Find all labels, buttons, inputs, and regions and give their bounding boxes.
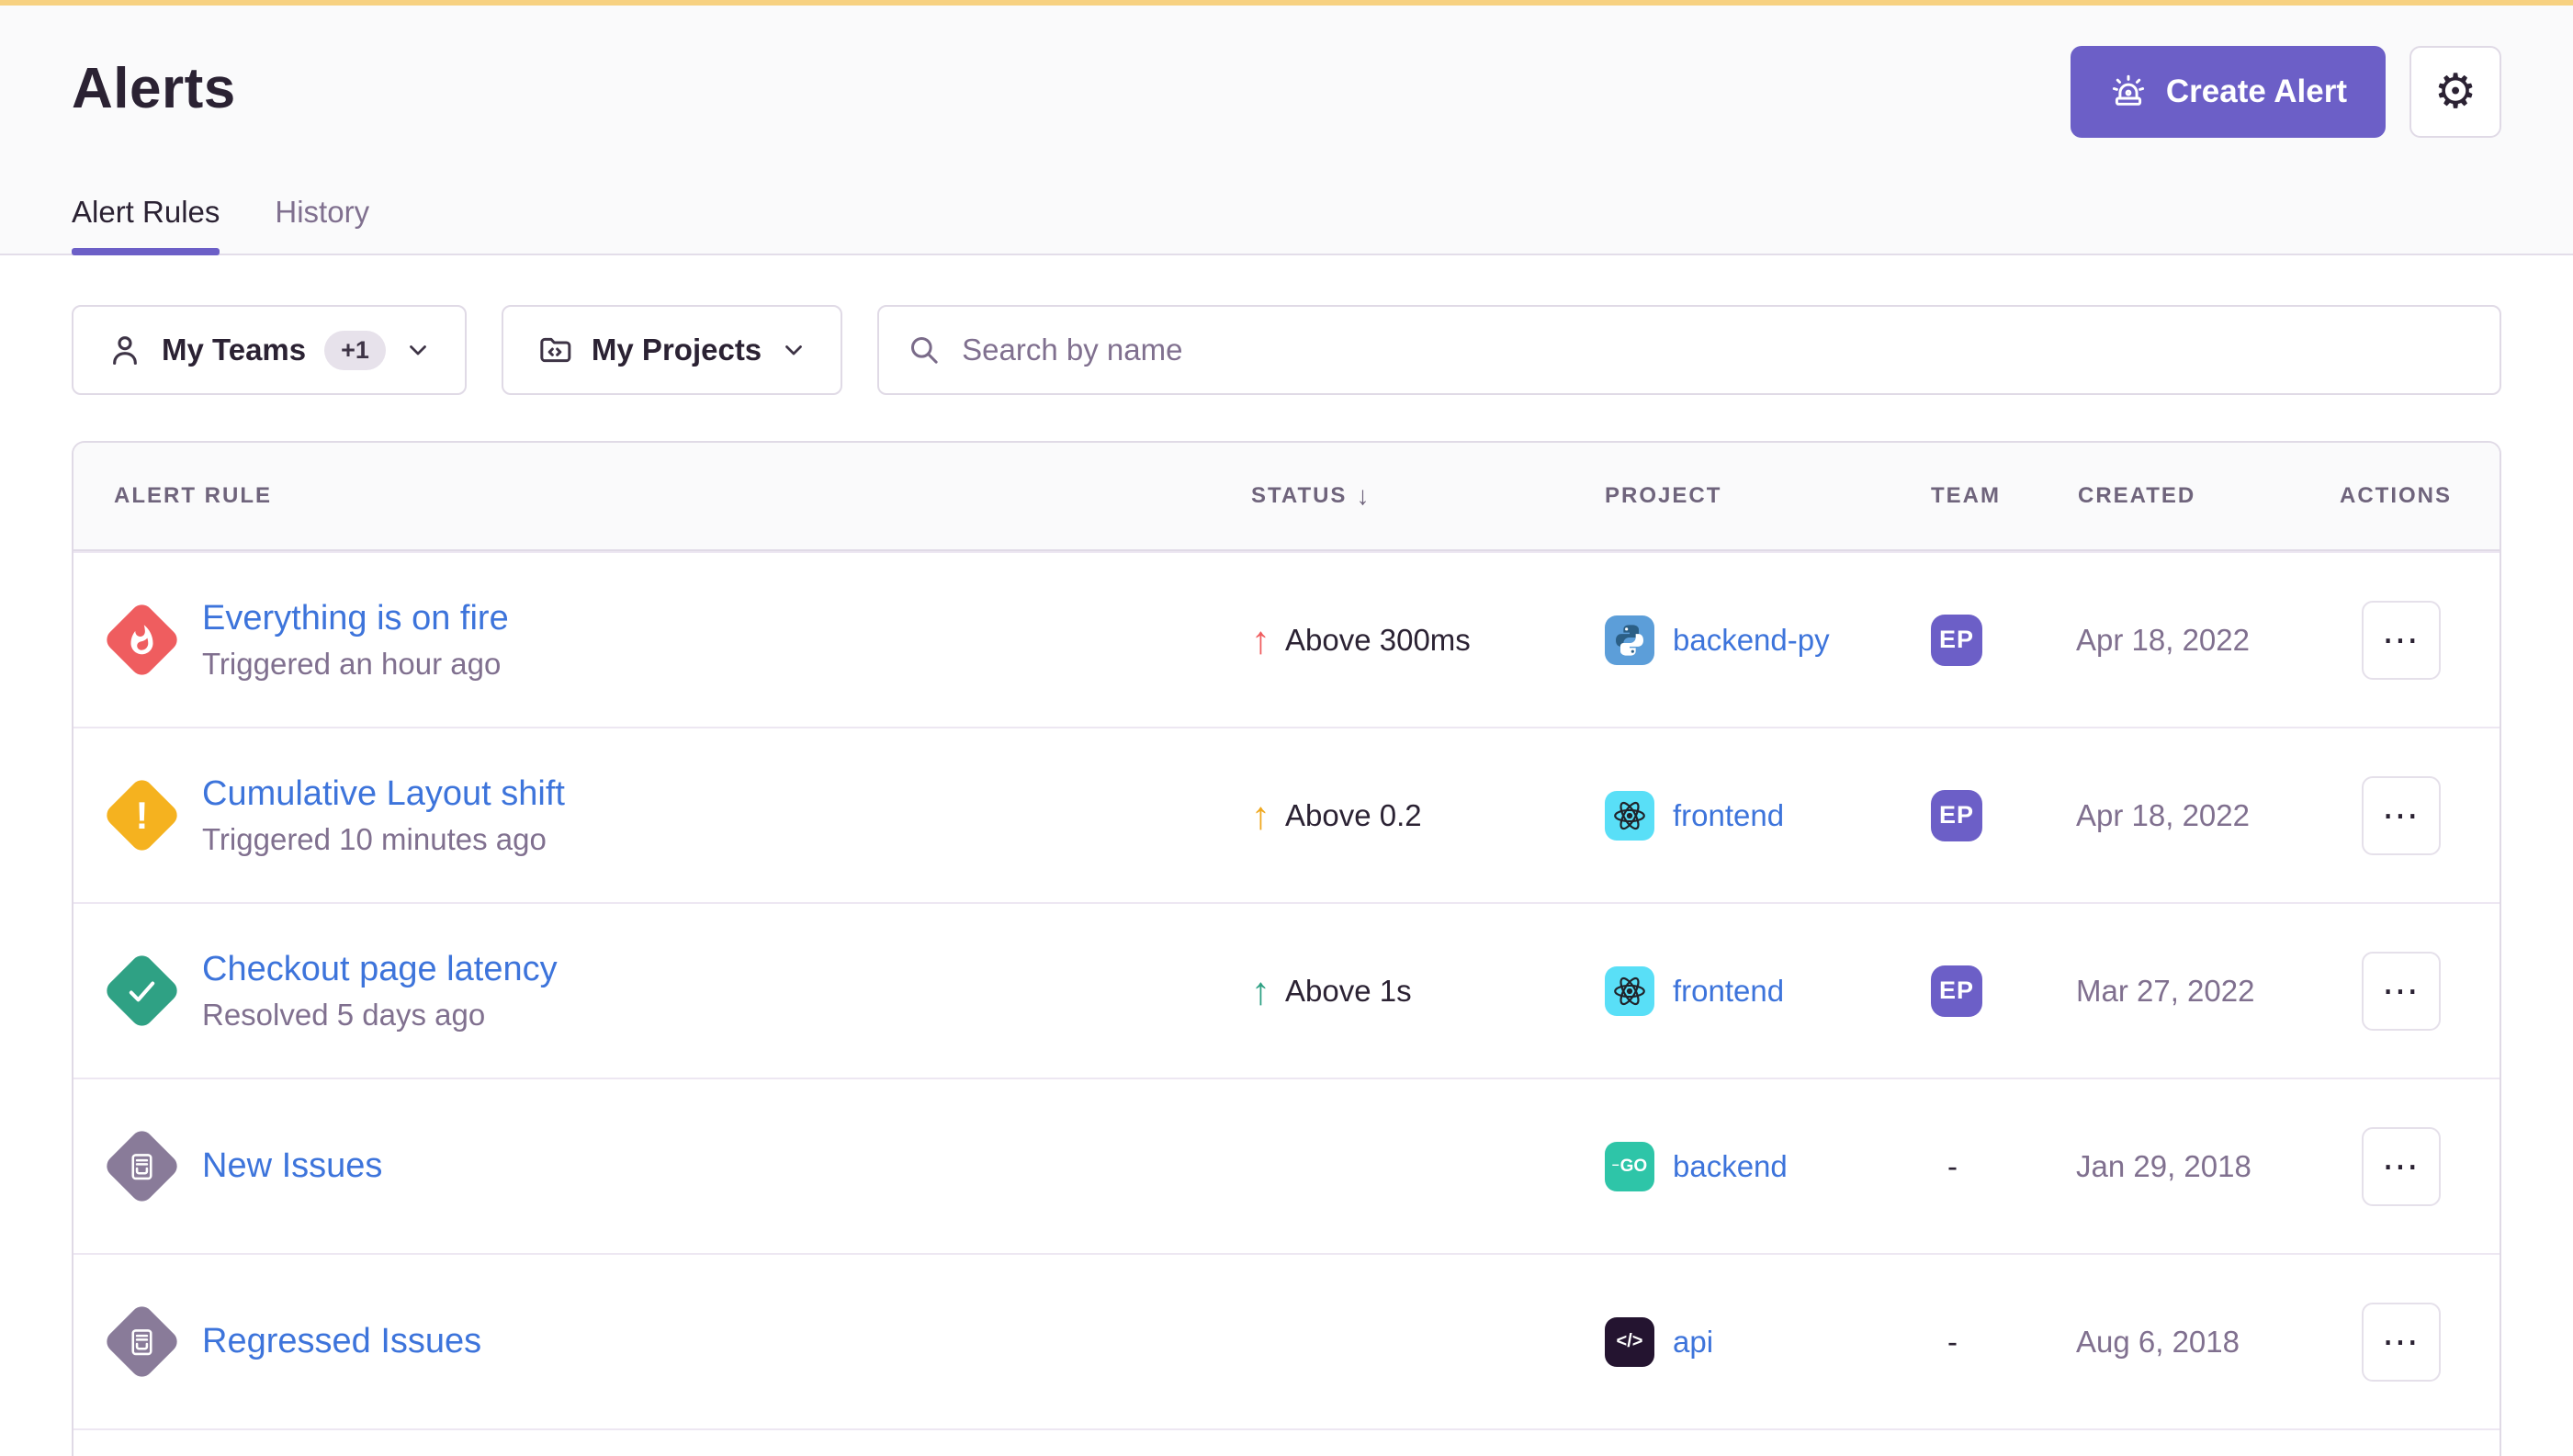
fire-icon bbox=[125, 624, 158, 657]
created-date: Apr 18, 2022 bbox=[2060, 798, 2321, 833]
folder-code-icon bbox=[536, 332, 573, 368]
status-threshold: Above 0.2 bbox=[1285, 798, 1422, 833]
project-link[interactable]: frontend bbox=[1673, 974, 1784, 1009]
alert-rule-subtitle: Triggered 10 minutes ago bbox=[202, 822, 565, 857]
table-header-row: Alert Rule Status ↓ Project Team Created… bbox=[73, 443, 2500, 551]
page-header: Alerts Create Alert ⚙ Alert Rules Histor bbox=[0, 6, 2573, 255]
ellipsis-icon: ⋯ bbox=[2382, 1321, 2421, 1363]
row-actions-button[interactable]: ⋯ bbox=[2362, 952, 2441, 1031]
table-row: ! Cumulative Layout shift Triggered 10 m… bbox=[73, 727, 2500, 902]
siren-icon bbox=[2109, 73, 2148, 111]
status-threshold: Above 300ms bbox=[1285, 623, 1471, 658]
column-header-project: Project bbox=[1586, 483, 1913, 509]
teams-filter-dropdown[interactable]: My Teams +1 bbox=[72, 305, 467, 395]
teams-filter-label: My Teams bbox=[162, 333, 306, 367]
tab-bar: Alert Rules History bbox=[72, 195, 2501, 254]
created-date: Aug 6, 2018 bbox=[2060, 1325, 2321, 1360]
project-link[interactable]: api bbox=[1673, 1325, 1713, 1360]
team-badge: EP bbox=[1931, 790, 1982, 841]
table-row: Checkout page latency Resolved 5 days ag… bbox=[73, 902, 2500, 1078]
settings-button[interactable]: ⚙ bbox=[2409, 46, 2501, 138]
arrow-up-icon: ↑ bbox=[1251, 972, 1270, 1010]
user-icon bbox=[107, 332, 143, 368]
table-row: Everything is on fire Triggered an hour … bbox=[73, 551, 2500, 727]
main-content: My Teams +1 My Projects bbox=[0, 305, 2573, 1456]
row-actions-button[interactable]: ⋯ bbox=[2362, 1303, 2441, 1382]
chevron-down-icon bbox=[780, 336, 807, 364]
check-icon bbox=[123, 973, 160, 1010]
gear-icon: ⚙ bbox=[2434, 64, 2477, 119]
team-badge: EP bbox=[1931, 965, 1982, 1017]
alert-rule-subtitle: Triggered an hour ago bbox=[202, 647, 509, 682]
alert-rule-link[interactable]: Checkout page latency bbox=[202, 950, 558, 989]
code-icon: </> bbox=[1605, 1317, 1654, 1367]
created-date: Mar 27, 2022 bbox=[2060, 974, 2321, 1009]
alert-rule-link[interactable]: Cumulative Layout shift bbox=[202, 774, 565, 814]
column-header-team: Team bbox=[1913, 483, 2060, 509]
table-row: Regressed Issues </> api - Aug 6, 2018 ⋯ bbox=[73, 1253, 2500, 1428]
search-icon bbox=[907, 333, 942, 367]
status-threshold: Above 1s bbox=[1285, 974, 1412, 1009]
project-link[interactable]: backend-py bbox=[1673, 623, 1830, 658]
search-input[interactable] bbox=[962, 333, 2472, 367]
header-controls: Create Alert ⚙ bbox=[2071, 46, 2501, 138]
created-date: Apr 18, 2022 bbox=[2060, 623, 2321, 658]
filter-bar: My Teams +1 My Projects bbox=[72, 305, 2501, 395]
column-header-created: Created bbox=[2060, 483, 2321, 509]
go-icon: GO bbox=[1605, 1142, 1654, 1191]
create-alert-label: Create Alert bbox=[2166, 73, 2347, 110]
alert-rule-subtitle: Resolved 5 days ago bbox=[202, 998, 558, 1033]
column-header-alert-rule: Alert Rule bbox=[73, 483, 1233, 509]
alert-severity-icon bbox=[101, 600, 182, 681]
alert-rule-link[interactable]: New Issues bbox=[202, 1146, 382, 1186]
arrow-up-icon: ↑ bbox=[1251, 796, 1270, 835]
project-link[interactable]: backend bbox=[1673, 1149, 1788, 1184]
alert-rule-link[interactable]: Everything is on fire bbox=[202, 599, 509, 638]
warning-icon: ! bbox=[135, 794, 148, 838]
table-row-partial bbox=[73, 1428, 2500, 1456]
page-title: Alerts bbox=[72, 46, 236, 119]
issues-icon bbox=[125, 1150, 158, 1183]
alert-severity-icon bbox=[101, 1302, 182, 1383]
row-actions-button[interactable]: ⋯ bbox=[2362, 776, 2441, 855]
teams-extra-count-badge: +1 bbox=[324, 331, 386, 370]
alert-severity-icon bbox=[101, 951, 182, 1032]
ellipsis-icon: ⋯ bbox=[2382, 970, 2421, 1012]
projects-filter-label: My Projects bbox=[592, 333, 762, 367]
project-link[interactable]: frontend bbox=[1673, 798, 1784, 833]
create-alert-button[interactable]: Create Alert bbox=[2071, 46, 2386, 138]
alert-rules-table: Alert Rule Status ↓ Project Team Created… bbox=[72, 441, 2501, 1456]
tab-history[interactable]: History bbox=[275, 195, 369, 254]
created-date: Jan 29, 2018 bbox=[2060, 1149, 2321, 1184]
team-badge: EP bbox=[1931, 615, 1982, 666]
react-icon bbox=[1605, 791, 1654, 841]
search-field bbox=[877, 305, 2501, 395]
column-header-status[interactable]: Status ↓ bbox=[1233, 481, 1586, 511]
tab-alert-rules[interactable]: Alert Rules bbox=[72, 195, 220, 254]
row-actions-button[interactable]: ⋯ bbox=[2362, 601, 2441, 680]
python-icon bbox=[1605, 615, 1654, 665]
column-header-actions: Actions bbox=[2321, 483, 2500, 509]
arrow-up-icon: ↑ bbox=[1251, 621, 1270, 660]
chevron-down-icon bbox=[404, 336, 432, 364]
team-none: - bbox=[1947, 1325, 1958, 1359]
row-actions-button[interactable]: ⋯ bbox=[2362, 1127, 2441, 1206]
ellipsis-icon: ⋯ bbox=[2382, 1146, 2421, 1188]
ellipsis-icon: ⋯ bbox=[2382, 619, 2421, 661]
ellipsis-icon: ⋯ bbox=[2382, 795, 2421, 837]
alert-rule-link[interactable]: Regressed Issues bbox=[202, 1322, 481, 1361]
sort-desc-icon: ↓ bbox=[1356, 481, 1371, 511]
issues-icon bbox=[125, 1326, 158, 1359]
alert-severity-icon bbox=[101, 1126, 182, 1207]
react-icon bbox=[1605, 966, 1654, 1016]
alert-severity-icon: ! bbox=[101, 775, 182, 856]
projects-filter-dropdown[interactable]: My Projects bbox=[502, 305, 842, 395]
team-none: - bbox=[1947, 1149, 1958, 1183]
table-row: New Issues GO backend - Jan 29, 2018 ⋯ bbox=[73, 1078, 2500, 1253]
